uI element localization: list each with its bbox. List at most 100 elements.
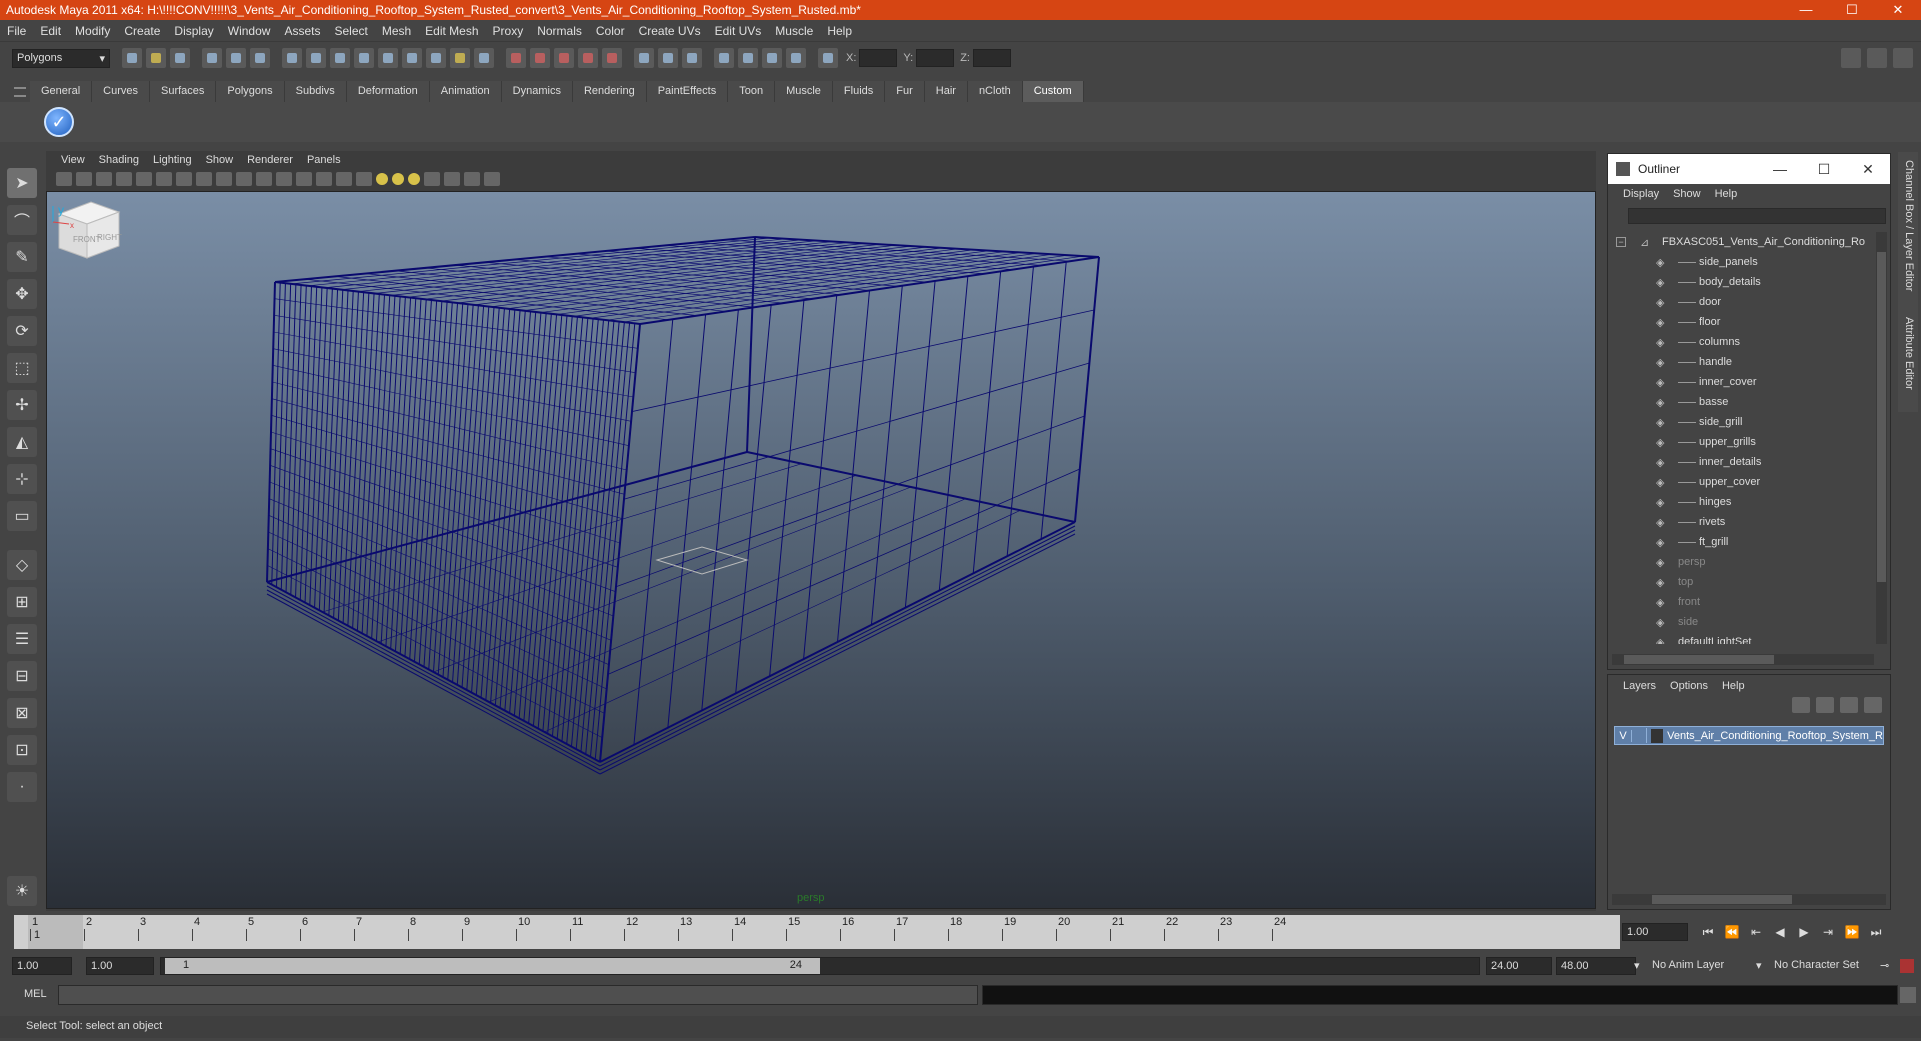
lock-selection-icon[interactable] (474, 48, 494, 68)
construction-history-icon[interactable] (682, 48, 702, 68)
playback-start-field[interactable]: 1.00 (86, 957, 154, 975)
go-to-end-icon[interactable]: ⏭ (1864, 923, 1888, 941)
new-layer-icon[interactable] (1840, 697, 1858, 713)
save-scene-icon[interactable] (170, 48, 190, 68)
xray-joints-icon[interactable] (464, 172, 480, 186)
render-view-icon[interactable] (714, 48, 734, 68)
safe-action-icon[interactable] (256, 172, 272, 186)
ipr-render-icon[interactable] (762, 48, 782, 68)
key-icon[interactable]: ⊸ (1880, 959, 1889, 972)
menu-muscle[interactable]: Muscle (768, 24, 820, 38)
outliner-row[interactable]: ◈ inner_details (1608, 452, 1876, 472)
outliner-root-row[interactable]: − ⊿ FBXASC051_Vents_Air_Conditioning_Ro (1608, 232, 1876, 252)
shelf-tab-dynamics[interactable]: Dynamics (501, 81, 573, 102)
camera-attributes-icon[interactable] (76, 172, 92, 186)
graph-layout-icon[interactable]: ⊠ (7, 698, 37, 728)
command-language-label[interactable]: MEL (24, 988, 47, 1000)
view-cube-right[interactable]: RIGHT (97, 233, 122, 242)
menu-edit-uvs[interactable]: Edit UVs (708, 24, 769, 38)
tool-settings-toggle-icon[interactable] (1893, 48, 1913, 68)
image-plane-icon[interactable] (116, 172, 132, 186)
outliner-row[interactable]: ◈ top (1608, 572, 1876, 592)
menu-edit-mesh[interactable]: Edit Mesh (418, 24, 485, 38)
outliner-vertical-scrollbar[interactable] (1876, 232, 1887, 644)
play-forward-icon[interactable]: ▶ (1792, 923, 1816, 941)
select-curves-icon[interactable] (330, 48, 350, 68)
menu-create-uvs[interactable]: Create UVs (632, 24, 708, 38)
close-button[interactable]: ✕ (1875, 0, 1921, 20)
snap-grid-icon[interactable] (506, 48, 526, 68)
play-backward-icon[interactable]: ◀ (1768, 923, 1792, 941)
step-back-frame-icon[interactable]: ⏪ (1720, 923, 1744, 941)
script-editor-icon[interactable] (1900, 987, 1916, 1003)
outliner-row[interactable]: ◈ persp (1608, 552, 1876, 572)
new-layer-from-selected-icon[interactable] (1864, 697, 1882, 713)
maximize-button[interactable]: ☐ (1829, 0, 1875, 20)
textured-icon[interactable] (356, 172, 372, 186)
menu-display[interactable]: Display (167, 24, 220, 38)
move-layer-up-icon[interactable] (1792, 697, 1810, 713)
outliner-layout-icon[interactable]: ☰ (7, 624, 37, 654)
viewport-menu-lighting[interactable]: Lighting (146, 154, 199, 166)
move-layer-down-icon[interactable] (1816, 697, 1834, 713)
single-pane-layout-icon[interactable]: ◇ (7, 550, 37, 580)
x-field[interactable] (859, 49, 898, 67)
transform-field-icon[interactable] (818, 48, 838, 68)
bookmark-icon[interactable] (96, 172, 112, 186)
checkmark-icon[interactable]: ✓ (44, 107, 74, 137)
select-dynamics-icon[interactable] (402, 48, 422, 68)
field-chart-icon[interactable] (236, 172, 252, 186)
go-to-start-icon[interactable]: ⏮ (1696, 923, 1720, 941)
select-deformers-icon[interactable] (378, 48, 398, 68)
select-handles-icon[interactable] (282, 48, 302, 68)
shelf-tab-custom[interactable]: Custom (1022, 81, 1084, 102)
layer-display-type-toggle[interactable] (1632, 728, 1648, 743)
menu-create[interactable]: Create (117, 24, 167, 38)
menu-set-select[interactable]: Polygons ▾ (12, 48, 110, 68)
layer-row[interactable]: V Vents_Air_Conditioning_Rooftop_System_… (1614, 726, 1884, 745)
film-gate-icon[interactable] (176, 172, 192, 186)
outliner-row[interactable]: ◈ side (1608, 612, 1876, 632)
grid-icon[interactable] (156, 172, 172, 186)
isolate-select-icon[interactable] (424, 172, 440, 186)
select-hierarchy-icon[interactable] (202, 48, 222, 68)
outliner-horizontal-scrollbar[interactable] (1612, 654, 1874, 665)
camera-select-icon[interactable] (56, 172, 72, 186)
viewport-menu-renderer[interactable]: Renderer (240, 154, 300, 166)
attribute-editor-tab[interactable]: Attribute Editor (1903, 317, 1915, 390)
shelf-tab-fur[interactable]: Fur (885, 81, 925, 102)
shelf-tab-animation[interactable]: Animation (429, 81, 502, 102)
shelf-tab-subdivs[interactable]: Subdivs (284, 81, 347, 102)
hotbox-icon[interactable]: ☀ (7, 876, 37, 906)
resolution-gate-icon[interactable] (196, 172, 212, 186)
viewport-menu-show[interactable]: Show (199, 154, 241, 166)
render-settings-icon[interactable] (786, 48, 806, 68)
attribute-editor-toggle-icon[interactable] (1867, 48, 1887, 68)
outliner-row[interactable]: ◈ handle (1608, 352, 1876, 372)
menu-help[interactable]: Help (820, 24, 859, 38)
input-ops-icon[interactable] (634, 48, 654, 68)
collapse-icon[interactable]: − (1616, 237, 1626, 247)
menu-modify[interactable]: Modify (68, 24, 117, 38)
outliner-row[interactable]: ◈ front (1608, 592, 1876, 612)
four-pane-layout-icon[interactable]: ⊞ (7, 587, 37, 617)
menu-proxy[interactable]: Proxy (486, 24, 531, 38)
menu-assets[interactable]: Assets (277, 24, 327, 38)
anim-layer-label[interactable]: No Anim Layer (1652, 959, 1724, 971)
new-scene-icon[interactable] (122, 48, 142, 68)
layer-horizontal-scrollbar[interactable] (1612, 894, 1886, 905)
layer-color-swatch[interactable] (1651, 728, 1664, 743)
lasso-tool-icon[interactable]: ⌒ (7, 205, 37, 235)
outliner-row[interactable]: ◈ basse (1608, 392, 1876, 412)
outliner-row[interactable]: ◈ columns (1608, 332, 1876, 352)
snap-plane-icon[interactable] (578, 48, 598, 68)
universal-manipulator-icon[interactable]: ✢ (7, 390, 37, 420)
range-slider-handle[interactable]: 1 24 (165, 958, 820, 974)
snap-point-icon[interactable] (554, 48, 574, 68)
outliner-filter-input[interactable] (1628, 208, 1886, 224)
outliner-menu-help[interactable]: Help (1708, 188, 1745, 200)
select-surfaces-icon[interactable] (354, 48, 374, 68)
viewport-canvas[interactable]: FRONT RIGHT y x persp (46, 191, 1596, 909)
shelf-tab-general[interactable]: General (30, 81, 93, 102)
menu-select[interactable]: Select (327, 24, 374, 38)
